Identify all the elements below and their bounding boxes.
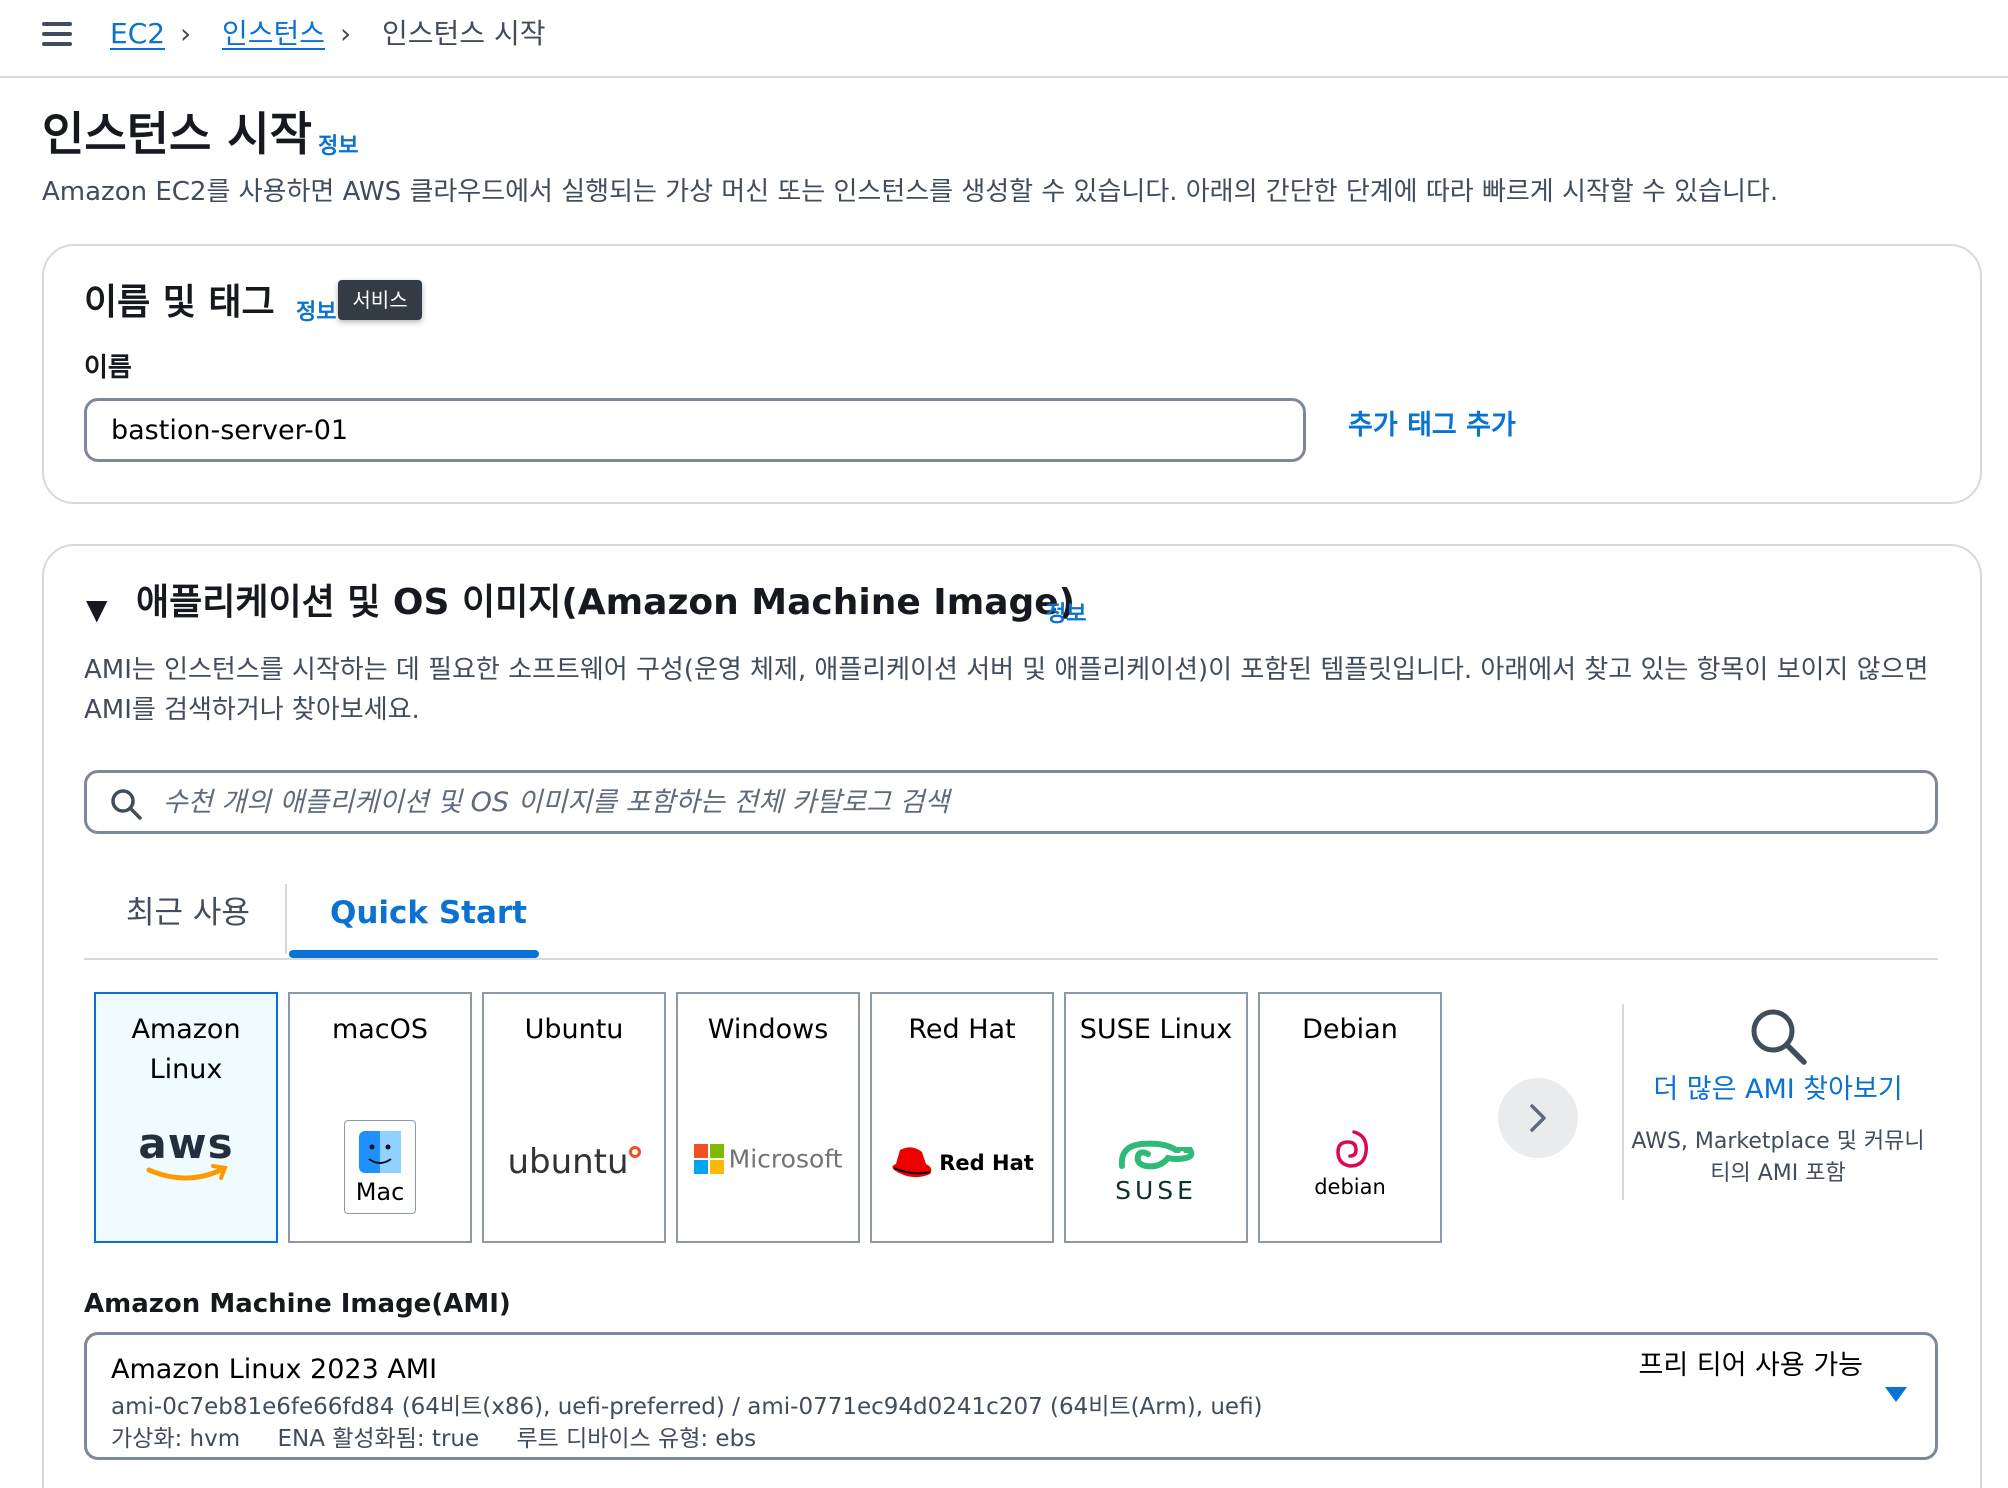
os-tile-label: Windows <box>707 1014 829 1045</box>
os-tile-suse-linux[interactable]: SUSE Linux SUSE <box>1064 992 1248 1243</box>
red-hat-logo-icon: Red Hat <box>872 1146 1052 1180</box>
chevron-right-icon <box>1530 1104 1546 1132</box>
debian-logo-icon: debian <box>1260 1128 1440 1200</box>
search-icon <box>111 789 142 820</box>
free-tier-badge: 프리 티어 사용 가능 <box>1638 1350 1863 1381</box>
ami-label: Amazon Machine Image(AMI) <box>84 1289 511 1319</box>
browse-more-amis-link[interactable]: 더 많은 AMI 찾아보기 <box>1626 1070 1930 1110</box>
ami-virtualization: 가상화: hvm <box>111 1426 241 1452</box>
os-tile-red-hat[interactable]: Red Hat Red Hat <box>870 992 1054 1243</box>
caret-down-icon[interactable] <box>1885 1387 1907 1402</box>
aws-logo-icon: aws <box>96 1123 276 1184</box>
ami-name: Amazon Linux 2023 AMI <box>111 1354 438 1385</box>
search-placeholder: 수천 개의 애플리케이션 및 OS 이미지를 포함하는 전체 카탈로그 검색 <box>163 787 950 818</box>
tab-recent[interactable]: 최근 사용 <box>126 888 250 938</box>
tab-quick-start[interactable]: Quick Start <box>330 888 527 938</box>
page-description: Amazon EC2를 사용하면 AWS 클라우드에서 실행되는 가상 머신 또… <box>42 177 1779 207</box>
suse-logo-icon: SUSE <box>1066 1136 1246 1206</box>
ami-info-link[interactable]: 정보 <box>1046 596 1086 628</box>
tooltip: 서비스 <box>338 280 422 320</box>
mac-logo-icon: Mac <box>344 1120 416 1214</box>
add-tags-link[interactable]: 추가 태그 추가 <box>1348 406 1516 446</box>
name-tags-panel <box>42 244 1982 504</box>
browse-search-icon <box>1751 1009 1807 1065</box>
ami-select-dropdown[interactable]: Amazon Linux 2023 AMI 프리 티어 사용 가능 ami-0c… <box>84 1332 1938 1460</box>
ami-section-title: 애플리케이션 및 OS 이미지(Amazon Machine Image) <box>136 582 1076 623</box>
breadcrumb-current: 인스턴스 시작 <box>382 17 546 50</box>
os-tile-label: Red Hat <box>908 1014 1016 1045</box>
os-tile-label: Amazon Linux <box>131 1014 241 1085</box>
page-info-link[interactable]: 정보 <box>318 128 358 160</box>
next-os-button[interactable] <box>1498 1078 1578 1158</box>
breadcrumb-instances[interactable]: 인스턴스 <box>222 14 325 54</box>
microsoft-logo-icon: Microsoft <box>678 1144 858 1174</box>
os-tile-label: Ubuntu <box>524 1014 624 1045</box>
page-title: 인스턴스 시작 <box>42 107 312 161</box>
os-tile-label: Debian <box>1302 1014 1398 1045</box>
ami-root-device: 루트 디바이스 유형: ebs <box>516 1426 757 1452</box>
os-tile-amazon-linux[interactable]: Amazon Linux aws <box>94 992 278 1243</box>
os-tile-label: macOS <box>331 1014 429 1045</box>
ami-metadata: 가상화: hvm ENA 활성화됨: true 루트 디바이스 유형: ebs <box>111 1423 786 1455</box>
name-tags-info-link[interactable]: 정보 <box>296 294 336 326</box>
os-tile-ubuntu[interactable]: Ubuntu ubuntu <box>482 992 666 1243</box>
active-tab-indicator <box>289 950 539 958</box>
os-tile-label: SUSE Linux <box>1079 1014 1233 1045</box>
tabs-divider <box>84 958 1938 960</box>
ami-search-input[interactable]: 수천 개의 애플리케이션 및 OS 이미지를 포함하는 전체 카탈로그 검색 <box>84 770 1938 834</box>
ami-ids: ami-0c7eb81e6fe66fd84 (64비트(x86), uefi-p… <box>111 1394 1263 1420</box>
ami-ena: ENA 활성화됨: true <box>277 1426 480 1452</box>
top-navigation-bar: EC2 › 인스턴스 › 인스턴스 시작 <box>0 0 2008 78</box>
chevron-right-icon: › <box>340 17 352 50</box>
breadcrumb-ec2[interactable]: EC2 <box>110 14 165 54</box>
tab-separator <box>285 884 287 954</box>
os-tile-windows[interactable]: Windows Microsoft <box>676 992 860 1243</box>
name-tags-title: 이름 및 태그 <box>84 282 275 323</box>
chevron-right-icon: › <box>180 17 192 50</box>
collapse-triangle-icon[interactable]: ▼ <box>86 590 108 630</box>
os-tile-debian[interactable]: Debian debian <box>1258 992 1442 1243</box>
vertical-divider <box>1622 1004 1624 1200</box>
name-input[interactable] <box>84 398 1306 462</box>
ubuntu-logo-icon: ubuntu <box>484 1142 664 1182</box>
name-label: 이름 <box>84 353 132 383</box>
browse-more-description: AWS, Marketplace 및 커뮤니티의 AMI 포함 <box>1631 1129 1925 1186</box>
menu-icon[interactable] <box>42 22 72 46</box>
os-tile-macos[interactable]: macOS Mac <box>288 992 472 1243</box>
ami-description: AMI는 인스턴스를 시작하는 데 필요한 소프트웨어 구성(운영 체제, 애플… <box>84 655 1929 725</box>
